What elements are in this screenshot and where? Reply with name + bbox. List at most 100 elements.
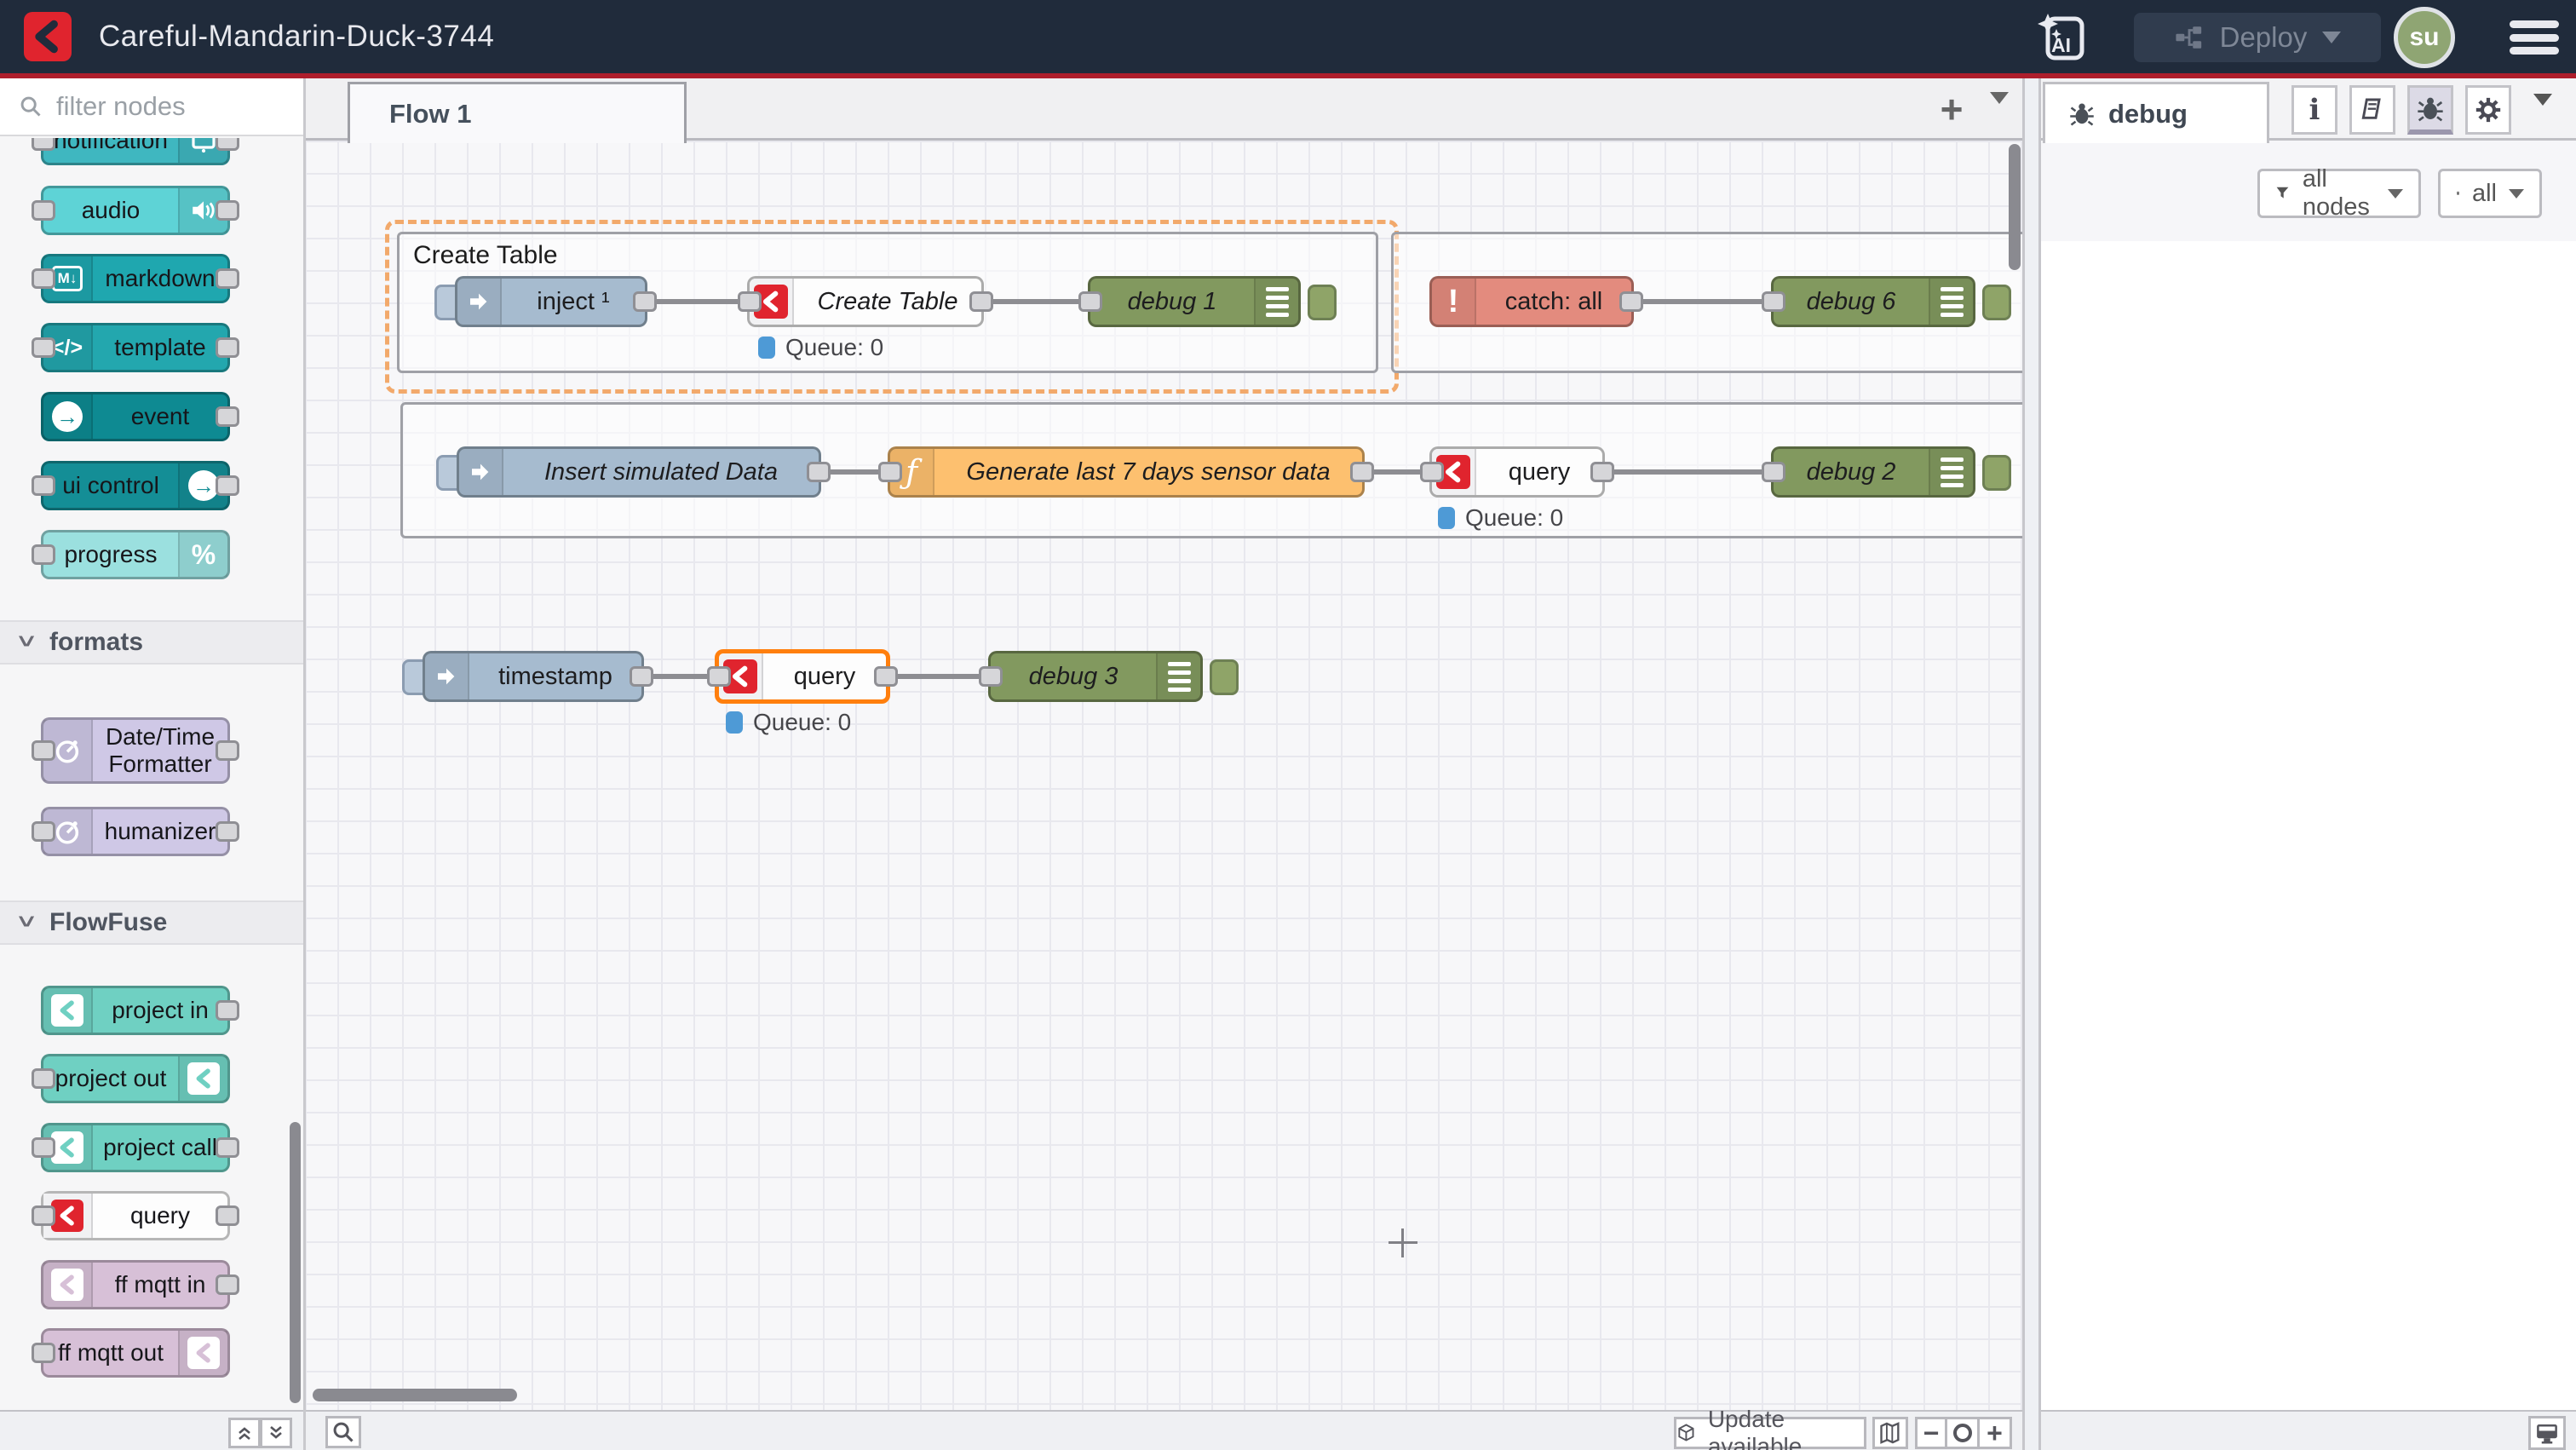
node-create-table[interactable]: Create Table [747,276,984,327]
wire[interactable] [647,299,750,304]
palette-section-flowfuse[interactable]: ˅ FlowFuse [0,900,303,945]
node-inject1[interactable]: inject ¹ [455,276,647,327]
node-catch-all[interactable]: ! catch: all [1429,276,1634,327]
node-generate-sensor-data[interactable]: ƒ Generate last 7 days sensor data [888,446,1365,498]
port[interactable] [1078,291,1102,312]
wire[interactable] [984,299,1090,304]
debug-clear-button[interactable]: all [2438,169,2542,218]
node-debug6[interactable]: debug 6 [1771,276,1975,327]
palette-node-project-in[interactable]: project in [41,986,230,1035]
port[interactable] [32,475,55,496]
port[interactable] [216,337,239,358]
wire[interactable] [1601,469,1774,475]
port[interactable] [1619,291,1643,312]
port[interactable] [633,291,657,312]
tab-flow1[interactable]: Flow 1 [348,82,687,143]
port[interactable] [32,1137,55,1158]
main-menu-button[interactable] [2510,20,2559,55]
port[interactable] [32,1068,55,1089]
canvas-horizontal-scrollbar[interactable] [313,1389,517,1401]
zoom-in-button[interactable]: + [1980,1417,2012,1449]
port[interactable] [979,666,1003,687]
port[interactable] [32,200,55,221]
user-avatar[interactable]: su [2394,7,2455,68]
port[interactable] [969,291,993,312]
port[interactable] [216,200,239,221]
sidebar-menu-button[interactable] [2533,106,2552,121]
port[interactable] [1420,462,1444,482]
canvas-vertical-scrollbar[interactable] [2009,144,2021,270]
node-query3-selected[interactable]: query [715,649,890,704]
port[interactable] [32,740,55,761]
help-tab-button[interactable] [2349,85,2395,135]
deploy-button[interactable]: Deploy [2134,13,2381,62]
palette-search[interactable] [0,78,303,136]
port[interactable] [32,337,55,358]
port[interactable] [216,740,239,761]
node-query2[interactable]: query [1429,446,1605,498]
sidebar-tab-debug[interactable]: debug [2043,82,2269,143]
palette-section-formats[interactable]: ˅ formats [0,620,303,665]
port[interactable] [630,666,653,687]
palette-node-ui-control[interactable]: ui control → [41,461,230,510]
update-available-button[interactable]: Update available [1674,1417,1866,1449]
port[interactable] [216,138,239,151]
port[interactable] [1762,291,1785,312]
port[interactable] [32,138,55,151]
palette-node-template[interactable]: </> template [41,323,230,372]
node-insert-simulated-data[interactable]: Insert simulated Data [457,446,821,498]
zoom-reset-button[interactable] [1947,1417,1980,1449]
port[interactable] [874,666,898,687]
palette-node-progress[interactable]: progress % [41,530,230,579]
port[interactable] [32,1205,55,1226]
sidebar-resize-handle[interactable] [2022,78,2041,1450]
palette-expand-button[interactable] [260,1418,292,1448]
palette-node-project-out[interactable]: project out [41,1054,230,1103]
flow-canvas[interactable]: Create Table inject ¹ Create T [305,141,2022,1410]
palette-node-project-call[interactable]: project call [41,1123,230,1172]
port[interactable] [32,544,55,565]
config-tab-button[interactable] [2465,85,2511,135]
palette-node-notification[interactable]: notification [41,138,230,165]
port[interactable] [1762,462,1785,482]
port[interactable] [1350,462,1374,482]
node-debug3[interactable]: debug 3 [988,651,1203,702]
port[interactable] [32,821,55,842]
port[interactable] [707,666,731,687]
debug-toggle-button[interactable] [1982,455,2011,491]
palette-node-ff-mqtt-out[interactable]: ff mqtt out [41,1328,230,1378]
port[interactable] [807,462,831,482]
flowfuse-logo-icon[interactable] [24,12,72,61]
ai-assistant-button[interactable]: AI [2034,10,2089,63]
filter-nodes-input[interactable] [55,90,271,123]
palette-node-ff-mqtt-in[interactable]: ff mqtt in [41,1260,230,1309]
wire[interactable] [1634,299,1774,304]
port[interactable] [216,1205,239,1226]
node-debug2[interactable]: debug 2 [1771,446,1975,498]
port[interactable] [216,1275,239,1295]
deploy-caret-icon[interactable] [2322,32,2341,43]
palette-node-markdown[interactable]: M↓ markdown [41,254,230,303]
wire[interactable] [887,674,988,679]
canvas-search-button[interactable] [325,1416,361,1448]
port[interactable] [216,406,239,427]
port[interactable] [216,1137,239,1158]
palette-node-event[interactable]: → event [41,392,230,441]
debug-toggle-button[interactable] [1982,285,2011,320]
dashboard-button[interactable] [2528,1416,2566,1450]
port[interactable] [878,462,902,482]
add-flow-button[interactable]: + [1928,85,1975,133]
debug-tab-button[interactable] [2407,85,2453,135]
debug-toggle-button[interactable] [1308,285,1337,320]
port[interactable] [216,268,239,289]
flow-list-button[interactable] [1990,104,2009,119]
palette-node-query[interactable]: query [41,1191,230,1240]
port[interactable] [216,475,239,496]
navigator-button[interactable] [1872,1417,1908,1449]
palette-scrollbar[interactable] [290,1122,301,1403]
palette-collapse-button[interactable] [228,1418,261,1448]
zoom-out-button[interactable]: − [1915,1417,1947,1449]
node-debug1[interactable]: debug 1 [1088,276,1301,327]
port[interactable] [738,291,762,312]
palette-node-audio[interactable]: audio [41,186,230,235]
